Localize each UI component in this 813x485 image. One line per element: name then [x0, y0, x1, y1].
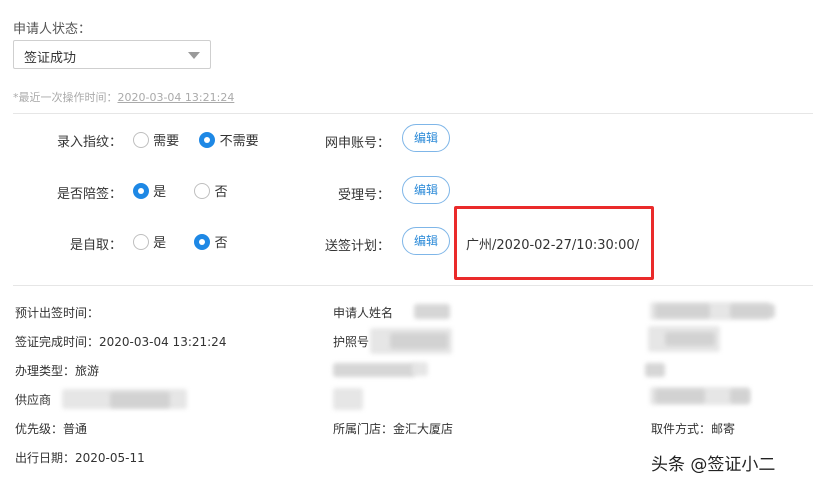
redacted-block — [110, 392, 170, 408]
applicant-name: 申请人姓名 — [333, 306, 394, 320]
fingerprint-radio-need[interactable] — [133, 132, 149, 148]
applicant-status-value: 签证成功 — [24, 51, 77, 66]
redacted-block — [655, 389, 705, 403]
applicant-status-label: 申请人状态： — [13, 22, 92, 37]
redacted-block — [655, 304, 710, 318]
redacted-block — [730, 304, 775, 318]
fingerprint-radio-group: 需要 不需要 — [133, 130, 259, 149]
redacted-block — [665, 332, 715, 346]
self-pickup-radio-no[interactable] — [194, 234, 211, 250]
accompany-radio-yes[interactable] — [133, 183, 149, 199]
priority: 优先级：普通 — [15, 422, 88, 436]
fingerprint-label: 录入指纹： — [56, 135, 122, 150]
visa-complete-time: 签证完成时间：2020-03-04 13:21:24 — [15, 335, 227, 349]
travel-date: 出行日期：2020-05-11 — [15, 451, 145, 465]
online-account-edit-button[interactable]: 编辑 — [402, 124, 450, 152]
accompany-option-yes[interactable]: 是 — [153, 185, 166, 200]
chevron-down-icon — [188, 52, 200, 59]
expected-issue-time: 预计出签时间： — [15, 306, 100, 320]
divider — [13, 285, 813, 286]
fingerprint-radio-not-need[interactable] — [199, 132, 216, 148]
passport-number: 护照号 — [333, 335, 370, 349]
process-type: 办理类型：旅游 — [15, 364, 100, 378]
redacted-block — [414, 304, 450, 319]
send-plan-label: 送签计划： — [324, 239, 390, 254]
last-operation-prefix: *最近一次操作时间： — [13, 91, 118, 104]
divider — [13, 113, 813, 114]
supplier: 供应商 — [15, 393, 52, 407]
fingerprint-option-not-need[interactable]: 不需要 — [220, 134, 259, 149]
redacted-block — [390, 333, 448, 349]
self-pickup-option-no[interactable]: 否 — [215, 236, 228, 251]
accompany-radio-group: 是 否 — [133, 181, 228, 200]
accompany-option-no[interactable]: 否 — [215, 185, 228, 200]
send-plan-edit-button[interactable]: 编辑 — [402, 227, 450, 255]
applicant-status-select[interactable]: 签证成功 — [13, 40, 211, 69]
self-pickup-label: 是自取： — [69, 238, 122, 253]
last-operation-link[interactable]: 2020-03-04 13:21:24 — [118, 91, 235, 104]
redacted-block — [645, 363, 665, 377]
store: 所属门店：金汇大厦店 — [333, 422, 454, 436]
online-account-label: 网申账号： — [324, 136, 390, 151]
redacted-block — [333, 363, 415, 377]
highlight-box — [454, 206, 654, 280]
fingerprint-option-need[interactable]: 需要 — [153, 134, 179, 149]
redacted-block — [333, 388, 363, 410]
self-pickup-option-yes[interactable]: 是 — [153, 236, 166, 251]
watermark: 头条 @签证小二 — [651, 455, 776, 475]
self-pickup-radio-yes[interactable] — [133, 234, 149, 250]
receipt-no-edit-button[interactable]: 编辑 — [402, 176, 450, 204]
last-operation-time: *最近一次操作时间：2020-03-04 13:21:24 — [13, 89, 234, 105]
accompany-label: 是否陪签： — [56, 187, 122, 202]
self-pickup-radio-group: 是 否 — [133, 232, 228, 251]
pickup-method: 取件方式：邮寄 — [651, 422, 736, 436]
receipt-no-label: 受理号： — [337, 188, 390, 203]
redacted-block — [412, 362, 428, 376]
redacted-block — [730, 389, 750, 403]
accompany-radio-no[interactable] — [194, 183, 211, 199]
